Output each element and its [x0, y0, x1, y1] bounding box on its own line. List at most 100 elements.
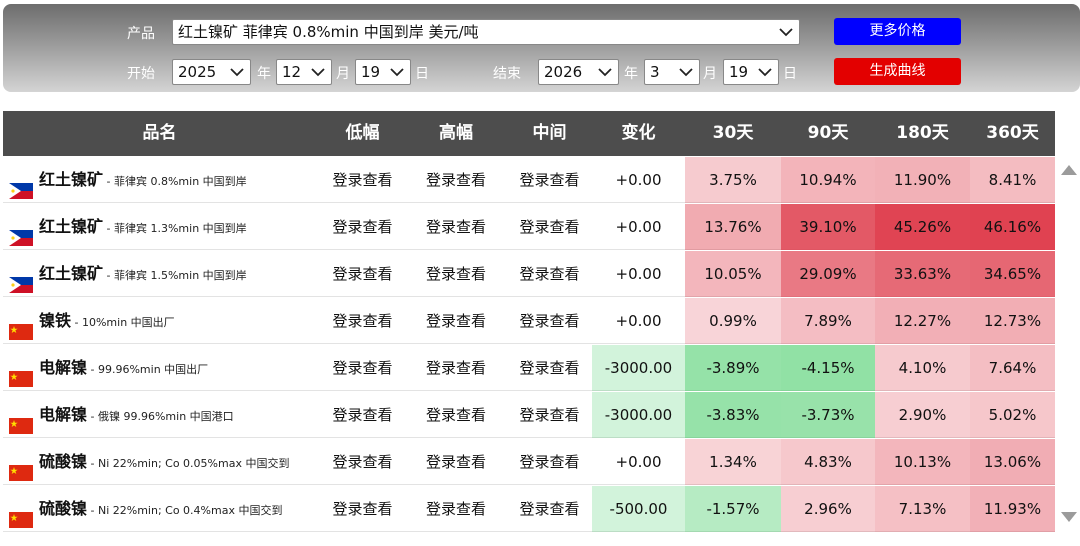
end-year-select[interactable]: 2026	[538, 59, 619, 85]
high-cell[interactable]: 登录查看	[409, 204, 503, 250]
header-low[interactable]: 低幅	[316, 111, 409, 156]
product-name[interactable]: 硫酸镍	[39, 499, 87, 518]
low-cell[interactable]: 登录查看	[316, 251, 409, 297]
mid-cell[interactable]: 登录查看	[503, 298, 596, 344]
mid-cell[interactable]: 登录查看	[503, 157, 596, 203]
product-name[interactable]: 红土镍矿	[39, 170, 103, 189]
product-name-cell[interactable]: 电解镍 - 俄镍 99.96%min 中国港口	[9, 392, 234, 438]
product-name[interactable]: 硫酸镍	[39, 452, 87, 471]
header-180d[interactable]: 180天	[875, 111, 970, 156]
table-row[interactable]: 电解镍 - 99.96%min 中国出厂 登录查看 登录查看 登录查看 -3000.00…	[3, 345, 1055, 391]
product-name[interactable]: 镍铁	[39, 311, 71, 330]
mid-cell[interactable]: 登录查看	[503, 204, 596, 250]
mid-cell[interactable]: 登录查看	[503, 251, 596, 297]
mid-cell[interactable]: 登录查看	[503, 345, 596, 391]
change-90d-cell: 39.10%	[781, 204, 875, 250]
product-name-cell[interactable]: 电解镍 - 99.96%min 中国出厂	[9, 345, 208, 391]
mid-cell[interactable]: 登录查看	[503, 392, 596, 438]
change-180d-cell: 7.13%	[875, 486, 970, 532]
high-cell[interactable]: 登录查看	[409, 439, 503, 485]
start-day-select[interactable]: 19	[355, 59, 411, 85]
low-cell[interactable]: 登录查看	[316, 345, 409, 391]
product-name-cell[interactable]: 红土镍矿 - 菲律宾 1.5%min 中国到岸	[9, 251, 247, 297]
china-flag-icon	[9, 359, 33, 387]
header-30d[interactable]: 30天	[685, 111, 781, 156]
low-cell[interactable]: 登录查看	[316, 204, 409, 250]
product-spec: - Ni 22%min; Co 0.4%max 中国交到	[87, 504, 283, 517]
chevron-down-icon	[758, 68, 772, 77]
high-cell[interactable]: 登录查看	[409, 345, 503, 391]
table-row[interactable]: 硫酸镍 - Ni 22%min; Co 0.05%max 中国交到 登录查看 登录查…	[3, 439, 1055, 485]
high-cell[interactable]: 登录查看	[409, 298, 503, 344]
product-name-cell[interactable]: 硫酸镍 - Ni 22%min; Co 0.4%max 中国交到	[9, 486, 282, 532]
product-spec: - 俄镍 99.96%min 中国港口	[87, 410, 234, 423]
change-360d-cell: 11.93%	[970, 486, 1055, 532]
change-30d-cell: 3.75%	[685, 157, 781, 203]
high-cell[interactable]: 登录查看	[409, 486, 503, 532]
change-360d-cell: 7.64%	[970, 345, 1055, 391]
low-cell[interactable]: 登录查看	[316, 439, 409, 485]
mid-cell[interactable]: 登录查看	[503, 486, 596, 532]
change-cell: +0.00	[615, 171, 662, 189]
header-high[interactable]: 高幅	[409, 111, 503, 156]
change-30d-cell: 0.99%	[685, 298, 781, 344]
product-spec: - Ni 22%min; Co 0.05%max 中国交到	[87, 457, 290, 470]
china-flag-icon	[9, 312, 33, 340]
header-name[interactable]: 品名	[3, 111, 316, 156]
product-name[interactable]: 电解镍	[39, 405, 87, 424]
end-label: 结束	[493, 66, 521, 82]
low-cell[interactable]: 登录查看	[316, 298, 409, 344]
change-90d-cell: 10.94%	[781, 157, 875, 203]
table-row[interactable]: 红土镍矿 - 菲律宾 1.5%min 中国到岸 登录查看 登录查看 登录查看 +0.00…	[3, 251, 1055, 297]
change-180d-cell: 12.27%	[875, 298, 970, 344]
philippines-flag-icon	[9, 171, 33, 199]
table-row[interactable]: 红土镍矿 - 菲律宾 0.8%min 中国到岸 登录查看 登录查看 登录查看 +0.00…	[3, 157, 1055, 203]
product-name-cell[interactable]: 镍铁 - 10%min 中国出厂	[9, 298, 175, 344]
month-unit: 月	[336, 66, 350, 82]
change-cell: -500.00	[592, 486, 685, 532]
change-90d-cell: 2.96%	[781, 486, 875, 532]
header-90d[interactable]: 90天	[781, 111, 875, 156]
start-year-select[interactable]: 2025	[172, 59, 251, 85]
end-day-value: 19	[729, 63, 749, 81]
header-360d[interactable]: 360天	[970, 111, 1055, 156]
scroll-down-icon[interactable]	[1061, 512, 1077, 522]
change-cell: +0.00	[615, 312, 662, 330]
low-cell[interactable]: 登录查看	[316, 157, 409, 203]
generate-curve-button[interactable]: 生成曲线	[834, 58, 961, 85]
product-name[interactable]: 红土镍矿	[39, 217, 103, 236]
header-change[interactable]: 变化	[592, 111, 685, 156]
change-30d-cell: 1.34%	[685, 439, 781, 485]
product-name[interactable]: 电解镍	[39, 358, 87, 377]
change-90d-cell: 7.89%	[781, 298, 875, 344]
product-name-cell[interactable]: 硫酸镍 - Ni 22%min; Co 0.05%max 中国交到	[9, 439, 289, 485]
high-cell[interactable]: 登录查看	[409, 157, 503, 203]
product-select[interactable]: 红土镍矿 菲律宾 0.8%min 中国到岸 美元/吨	[172, 19, 800, 45]
table-row[interactable]: 镍铁 - 10%min 中国出厂 登录查看 登录查看 登录查看 +0.00 0.99% 7.…	[3, 298, 1055, 344]
china-flag-icon	[9, 453, 33, 481]
table-row[interactable]: 红土镍矿 - 菲律宾 1.3%min 中国到岸 登录查看 登录查看 登录查看 +0.00…	[3, 204, 1055, 250]
scroll-up-icon[interactable]	[1061, 165, 1077, 175]
end-month-select[interactable]: 3	[644, 59, 700, 85]
header-mid[interactable]: 中间	[503, 111, 596, 156]
table-row[interactable]: 电解镍 - 俄镍 99.96%min 中国港口 登录查看 登录查看 登录查看 -3000…	[3, 392, 1055, 438]
product-name-cell[interactable]: 红土镍矿 - 菲律宾 1.3%min 中国到岸	[9, 204, 247, 250]
scrollbar[interactable]	[1057, 157, 1080, 532]
product-name[interactable]: 红土镍矿	[39, 264, 103, 283]
start-month-select[interactable]: 12	[276, 59, 332, 85]
start-day-value: 19	[361, 63, 381, 81]
low-cell[interactable]: 登录查看	[316, 392, 409, 438]
year-unit: 年	[257, 66, 271, 82]
high-cell[interactable]: 登录查看	[409, 251, 503, 297]
table-row[interactable]: 硫酸镍 - Ni 22%min; Co 0.4%max 中国交到 登录查看 登录查看…	[3, 486, 1055, 532]
more-prices-button[interactable]: 更多价格	[834, 18, 961, 45]
product-spec: - 99.96%min 中国出厂	[87, 363, 209, 376]
change-180d-cell: 45.26%	[875, 204, 970, 250]
product-name-cell[interactable]: 红土镍矿 - 菲律宾 0.8%min 中国到岸	[9, 157, 247, 203]
high-cell[interactable]: 登录查看	[409, 392, 503, 438]
mid-cell[interactable]: 登录查看	[503, 439, 596, 485]
end-day-select[interactable]: 19	[723, 59, 779, 85]
change-180d-cell: 4.10%	[875, 345, 970, 391]
change-360d-cell: 8.41%	[970, 157, 1055, 203]
low-cell[interactable]: 登录查看	[316, 486, 409, 532]
